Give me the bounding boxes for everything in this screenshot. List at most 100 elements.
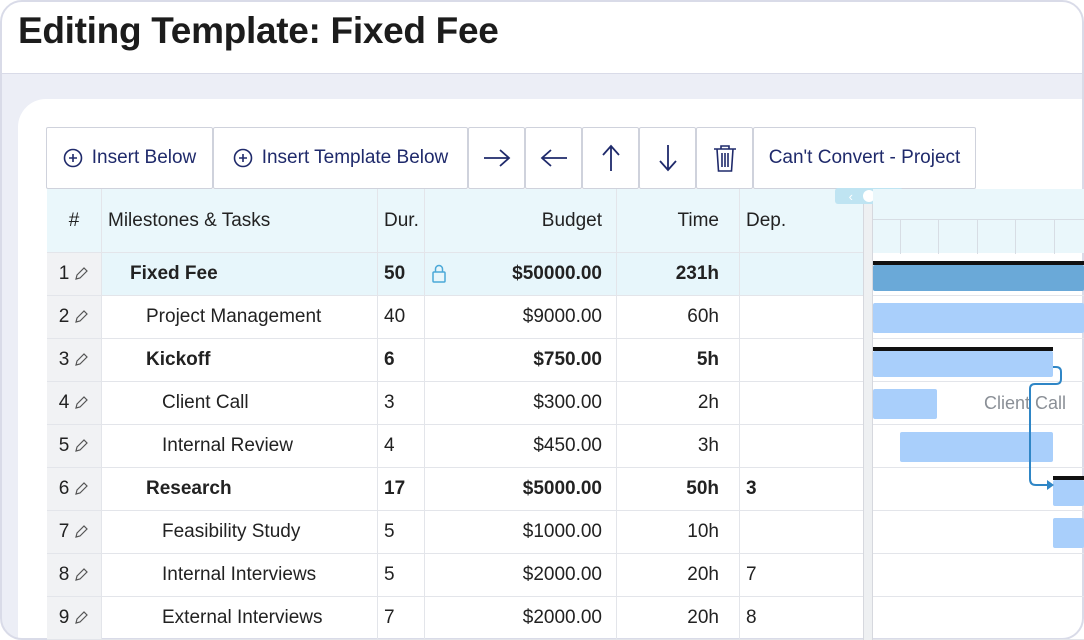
task-dependency[interactable] — [740, 511, 863, 553]
grid-header: # Milestones & Tasks Dur. Budget Time De… — [47, 189, 863, 253]
task-name[interactable]: Research — [102, 468, 378, 510]
task-budget[interactable]: $300.00 — [425, 382, 617, 424]
col-header-budget[interactable]: Budget — [425, 189, 617, 252]
row-number-cell[interactable]: 6 — [47, 468, 102, 510]
task-time[interactable]: 231h — [617, 253, 740, 295]
task-duration[interactable]: 7 — [378, 597, 425, 639]
task-name[interactable]: Fixed Fee — [102, 253, 378, 295]
delete-button[interactable] — [696, 127, 753, 189]
task-dependency[interactable] — [740, 296, 863, 338]
task-duration[interactable]: 4 — [378, 425, 425, 467]
task-name[interactable]: Client Call — [102, 382, 378, 424]
pane-splitter[interactable] — [863, 189, 873, 640]
pencil-icon[interactable] — [73, 395, 89, 411]
table-row[interactable]: 1 Fixed Fee 50 $50000.00 231h — [47, 253, 863, 296]
table-row[interactable]: 7 Feasibility Study 5 $1000.00 10h — [47, 511, 863, 554]
page-title: Editing Template: Fixed Fee — [18, 10, 499, 51]
table-row[interactable]: 3 Kickoff 6 $750.00 5h — [47, 339, 863, 382]
title-bar: Editing Template: Fixed Fee — [2, 2, 1082, 74]
task-dependency[interactable] — [740, 382, 863, 424]
insert-template-below-label: Insert Template Below — [261, 147, 449, 168]
task-name[interactable]: Internal Review — [102, 425, 378, 467]
task-dependency[interactable] — [740, 253, 863, 295]
pencil-icon[interactable] — [73, 438, 89, 454]
task-time[interactable]: 5h — [617, 339, 740, 381]
task-name[interactable]: Internal Interviews — [102, 554, 378, 596]
task-name[interactable]: Kickoff — [102, 339, 378, 381]
indent-button[interactable] — [468, 127, 525, 189]
row-number: 3 — [58, 349, 70, 370]
task-duration[interactable]: 17 — [378, 468, 425, 510]
table-row[interactable]: 5 Internal Review 4 $450.00 3h — [47, 425, 863, 468]
task-time[interactable]: 20h — [617, 597, 740, 639]
table-row[interactable]: 6 Research 17 $5000.00 50h 3 — [47, 468, 863, 511]
task-duration[interactable]: 50 — [378, 253, 425, 295]
row-number-cell[interactable]: 7 — [47, 511, 102, 553]
col-header-duration[interactable]: Dur. — [378, 189, 425, 252]
pencil-icon[interactable] — [73, 266, 89, 282]
pencil-icon[interactable] — [73, 481, 89, 497]
table-row[interactable]: 4 Client Call 3 $300.00 2h — [47, 382, 863, 425]
task-time[interactable]: 2h — [617, 382, 740, 424]
task-budget[interactable]: $5000.00 — [425, 468, 617, 510]
row-number-cell[interactable]: 3 — [47, 339, 102, 381]
row-number-cell[interactable]: 1 — [47, 253, 102, 295]
pencil-icon[interactable] — [73, 352, 89, 368]
task-budget: $50000.00 — [512, 263, 602, 284]
task-time[interactable]: 50h — [617, 468, 740, 510]
task-duration[interactable]: 40 — [378, 296, 425, 338]
trash-icon — [712, 143, 738, 173]
task-duration[interactable]: 5 — [378, 511, 425, 553]
insert-below-label: Insert Below — [91, 147, 197, 168]
insert-template-below-button[interactable]: Insert Template Below — [213, 127, 468, 189]
move-down-button[interactable] — [639, 127, 696, 189]
task-budget[interactable]: $1000.00 — [425, 511, 617, 553]
task-budget[interactable]: $450.00 — [425, 425, 617, 467]
table-row[interactable]: 2 Project Management 40 $9000.00 60h — [47, 296, 863, 339]
task-name[interactable]: Feasibility Study — [102, 511, 378, 553]
convert-button[interactable]: Can't Convert - Project — [753, 127, 976, 189]
move-up-button[interactable] — [582, 127, 639, 189]
task-budget[interactable]: $2000.00 — [425, 554, 617, 596]
task-duration[interactable]: 5 — [378, 554, 425, 596]
task-time[interactable]: 3h — [617, 425, 740, 467]
row-number-cell[interactable]: 4 — [47, 382, 102, 424]
task-duration[interactable]: 3 — [378, 382, 425, 424]
task-time[interactable]: 10h — [617, 511, 740, 553]
pencil-icon[interactable] — [73, 610, 89, 626]
task-time[interactable]: 20h — [617, 554, 740, 596]
task-dependency[interactable]: 7 — [740, 554, 863, 596]
task-name[interactable]: External Interviews — [102, 597, 378, 639]
outdent-button[interactable] — [525, 127, 582, 189]
col-header-number[interactable]: # — [47, 189, 102, 252]
pencil-icon[interactable] — [73, 524, 89, 540]
task-dependency[interactable] — [740, 339, 863, 381]
task-name[interactable]: Project Management — [102, 296, 378, 338]
row-number-cell[interactable]: 9 — [47, 597, 102, 639]
task-budget-cell[interactable]: $50000.00 — [425, 253, 617, 295]
table-row[interactable]: 9 External Interviews 7 $2000.00 20h 8 — [47, 597, 863, 640]
task-time[interactable]: 60h — [617, 296, 740, 338]
task-dependency[interactable]: 8 — [740, 597, 863, 639]
table-row[interactable]: 8 Internal Interviews 5 $2000.00 20h 7 — [47, 554, 863, 597]
task-budget[interactable]: $9000.00 — [425, 296, 617, 338]
task-budget[interactable]: $2000.00 — [425, 597, 617, 639]
col-header-time[interactable]: Time — [617, 189, 740, 252]
pencil-icon[interactable] — [73, 309, 89, 325]
col-header-name[interactable]: Milestones & Tasks — [102, 189, 378, 252]
task-grid: # Milestones & Tasks Dur. Budget Time De… — [47, 189, 863, 640]
pencil-icon[interactable] — [73, 567, 89, 583]
lock-icon[interactable] — [431, 264, 447, 290]
row-number: 2 — [58, 306, 70, 327]
task-duration[interactable]: 6 — [378, 339, 425, 381]
insert-below-button[interactable]: Insert Below — [46, 127, 213, 189]
row-number-cell[interactable]: 8 — [47, 554, 102, 596]
row-number: 5 — [58, 435, 70, 456]
row-number-cell[interactable]: 5 — [47, 425, 102, 467]
task-dependency[interactable] — [740, 425, 863, 467]
row-number-cell[interactable]: 2 — [47, 296, 102, 338]
task-budget[interactable]: $750.00 — [425, 339, 617, 381]
task-dependency[interactable]: 3 — [740, 468, 863, 510]
row-number: 4 — [58, 392, 70, 413]
convert-label: Can't Convert - Project — [768, 147, 961, 168]
